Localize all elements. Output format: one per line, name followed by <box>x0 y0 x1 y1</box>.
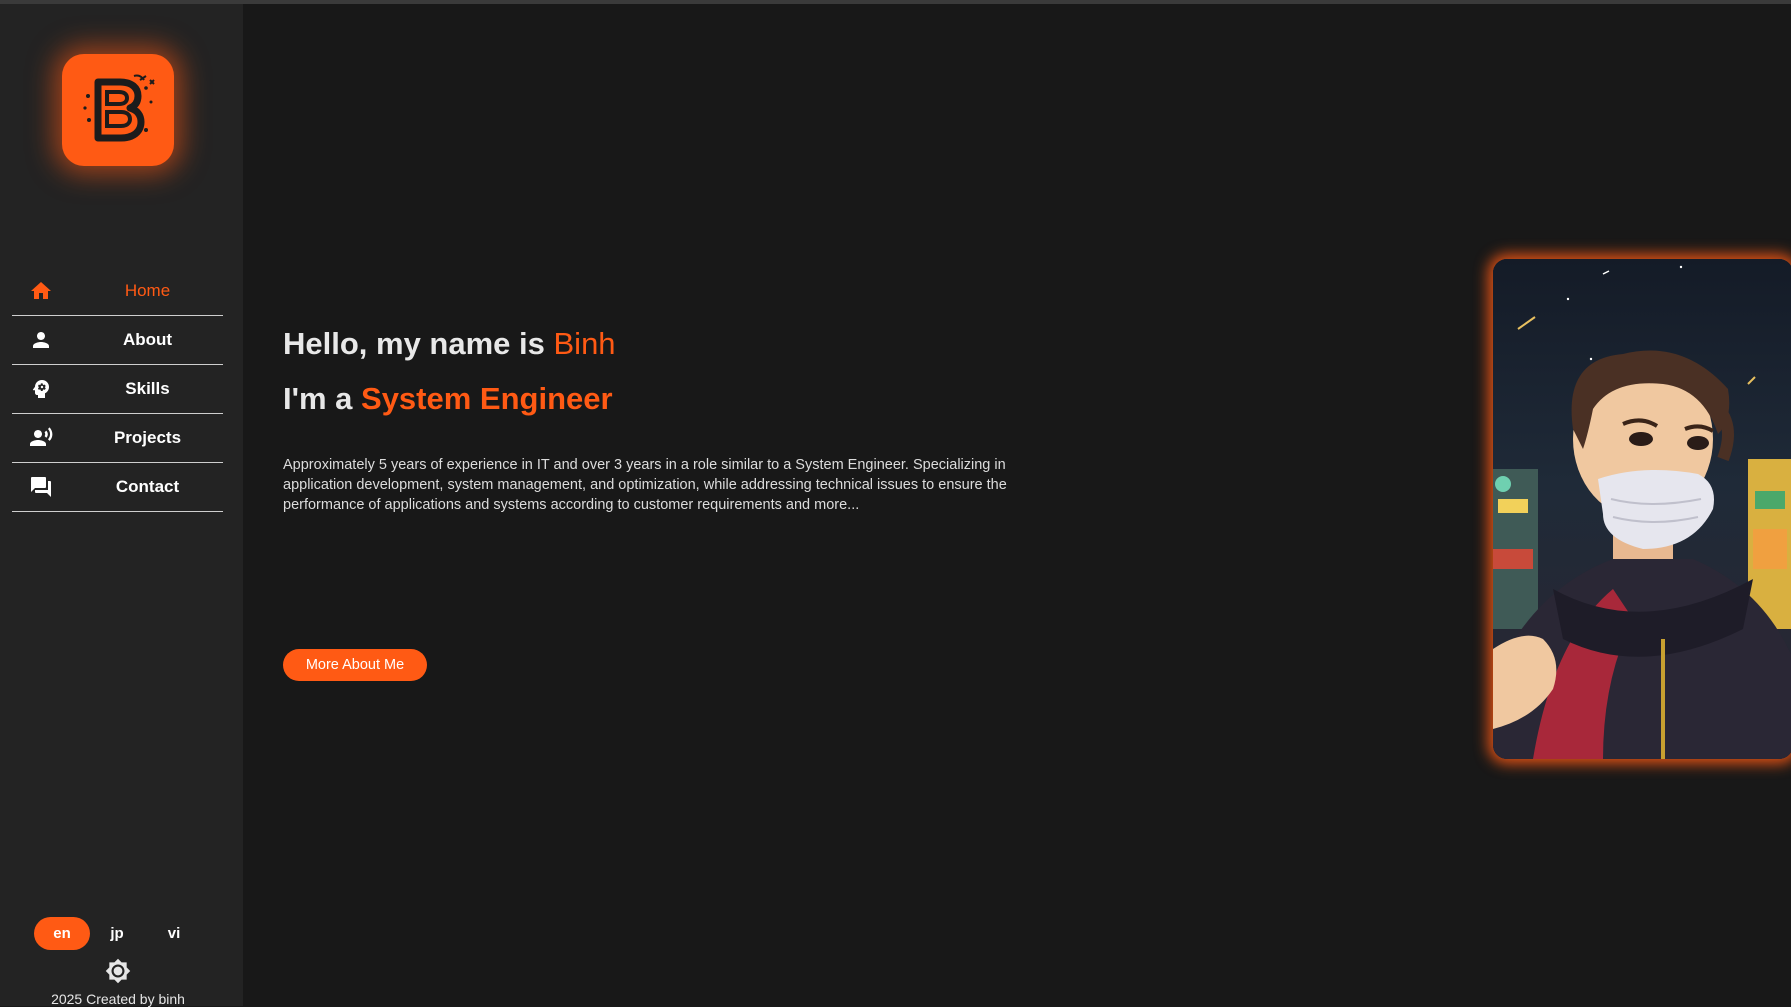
nav-item-about[interactable]: About <box>12 316 223 365</box>
nav-item-label: Contact <box>115 477 180 496</box>
hero-description: Approximately 5 years of experience in I… <box>283 456 1007 513</box>
greeting-prefix: Hello, my name is <box>283 326 554 361</box>
lang-vi-button[interactable]: vi <box>146 917 202 950</box>
hero-role: I'm a System Engineer <box>283 381 613 417</box>
person-icon <box>29 328 53 352</box>
nav-item-label: Projects <box>113 428 182 447</box>
nav-item-contact[interactable]: Contact <box>12 463 223 512</box>
hero-greeting: Hello, my name is Binh <box>283 326 616 362</box>
role-prefix: I'm a <box>283 381 362 416</box>
head-gear-icon <box>29 377 53 401</box>
chat-icon <box>29 475 53 499</box>
nav-item-label: Skills <box>125 379 170 398</box>
main-nav: Home About Skills Projects Contact <box>12 267 223 512</box>
hero-name: Binh <box>553 326 616 361</box>
profile-illustration <box>1493 259 1791 759</box>
site-logo[interactable] <box>62 54 174 166</box>
nav-item-label: Home <box>124 281 171 300</box>
nav-item-label: About <box>122 330 173 349</box>
nav-item-home[interactable]: Home <box>12 267 223 316</box>
profile-portrait <box>1493 259 1791 759</box>
logo-b-icon <box>83 74 155 142</box>
language-switcher: en jp vi <box>34 917 209 950</box>
nav-item-skills[interactable]: Skills <box>12 365 223 414</box>
home-icon <box>29 279 53 303</box>
lang-jp-button[interactable]: jp <box>89 917 145 950</box>
people-icon <box>29 426 53 450</box>
hero-section: Hello, my name is Binh I'm a System Engi… <box>243 4 1791 1006</box>
more-about-me-button[interactable]: More About Me <box>283 649 427 681</box>
nav-item-projects[interactable]: Projects <box>12 414 223 463</box>
role-title: System Engineer <box>361 381 613 416</box>
footer-credit: 2025 Created by binh <box>51 991 185 1007</box>
sidebar: Home About Skills Projects Contact en jp… <box>0 4 243 1007</box>
brightness-icon <box>105 958 131 984</box>
theme-toggle-button[interactable] <box>105 958 131 984</box>
lang-en-button[interactable]: en <box>34 917 90 950</box>
